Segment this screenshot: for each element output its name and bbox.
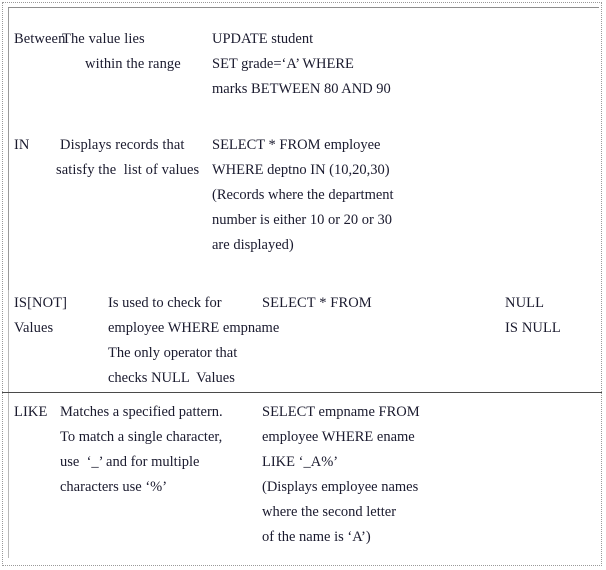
table-row-divider (2, 392, 602, 393)
description-line: characters use ‘%’ (60, 479, 168, 495)
example-line: number is either 10 or 20 or 30 (212, 212, 393, 228)
operator-example: UPDATE student SET grade=‘A’ WHERE marks… (212, 27, 391, 102)
table-top-rule (8, 7, 599, 8)
operator-description-line: satisfy the list of values (56, 162, 200, 178)
example-line: SELECT * FROM employee (212, 137, 381, 153)
example-line: LIKE ‘_A%’ (262, 454, 339, 470)
example-line: WHERE deptno IN (10,20,30) (212, 162, 390, 178)
description-line: use ‘_’ and for multiple (60, 454, 200, 470)
description-line: employee WHERE empname (108, 320, 280, 336)
operator-name: Between (14, 31, 66, 47)
example-line: marks BETWEEN 80 AND 90 (212, 81, 391, 97)
example-line: UPDATE student (212, 31, 314, 47)
example-line: (Records where the department (212, 187, 394, 203)
description-line: The only operator that (108, 345, 238, 361)
operator-description-line: within the range (85, 56, 181, 72)
operator-example: SELECT * FROM employee WHERE deptno IN (… (212, 133, 394, 258)
example-line: are displayed) (212, 237, 294, 253)
operator-description: Matches a specified pattern. To match a … (60, 400, 223, 500)
operator-description-line: The value lies (62, 31, 145, 47)
description-line: Matches a specified pattern. (60, 404, 223, 420)
example-line: where the second letter (262, 504, 397, 520)
example-line: (Displays employee names (262, 479, 419, 495)
description-line: To match a single character, (60, 429, 223, 445)
description-line: Is used to check for (108, 295, 222, 311)
table-left-rule-upper (8, 8, 9, 290)
example-line: employee WHERE ename (262, 429, 415, 445)
example-extra-line: NULL (505, 295, 545, 311)
table-left-rule-lower (8, 393, 9, 558)
document-page: Between The value lies within the range … (0, 0, 606, 570)
operator-description: Is used to check for employee WHERE empn… (108, 291, 279, 391)
example-line: SELECT empname FROM (262, 404, 420, 420)
operator-name: LIKE (14, 404, 48, 420)
operator-example: SELECT empname FROM employee WHERE ename… (262, 400, 420, 550)
example-line: SELECT * FROM (262, 295, 372, 311)
operator-name-line2: Values (14, 320, 54, 336)
operator-description-line: Displays records that (60, 137, 185, 153)
table-left-rule-middle (8, 290, 9, 392)
example-extra-line: IS NULL (505, 320, 561, 336)
operator-name: IS[NOT] (14, 295, 68, 311)
example-line: SET grade=‘A’ WHERE (212, 56, 354, 72)
description-line: checks NULL Values (108, 370, 235, 386)
example-line: of the name is ‘A’) (262, 529, 371, 545)
operator-name: IN (14, 137, 30, 153)
